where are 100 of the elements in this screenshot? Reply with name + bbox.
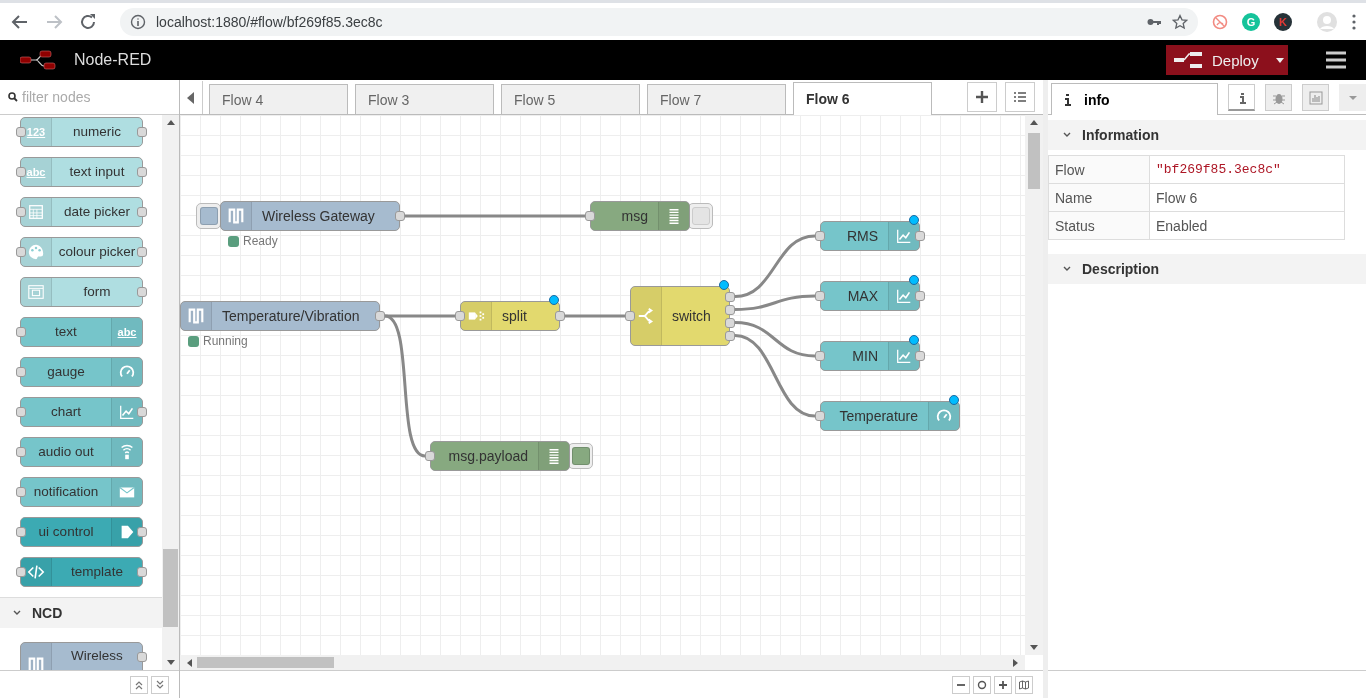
section-header[interactable]: Description	[1048, 254, 1366, 284]
scroll-up-icon[interactable]	[166, 119, 175, 125]
wire[interactable]	[734, 294, 816, 311]
toggle-button[interactable]	[196, 203, 221, 229]
node-port[interactable]	[137, 167, 147, 177]
node-port[interactable]	[16, 567, 26, 577]
node-port[interactable]	[915, 351, 925, 361]
scroll-left-icon[interactable]	[186, 658, 192, 667]
node-port[interactable]	[137, 247, 147, 257]
sidebar-tool-button[interactable]	[1265, 84, 1292, 111]
flow-node[interactable]: MIN	[820, 341, 920, 371]
node-port[interactable]	[16, 487, 26, 497]
node-port[interactable]	[137, 527, 147, 537]
sidebar-tool-button[interactable]	[1228, 84, 1255, 111]
node-port[interactable]	[16, 127, 26, 137]
zoom-out-button[interactable]	[952, 675, 970, 694]
filter-field[interactable]: filter nodes	[22, 89, 162, 105]
node-port[interactable]	[16, 207, 26, 217]
flow-node[interactable]: split	[460, 301, 560, 331]
node-port[interactable]	[137, 287, 147, 297]
node-port[interactable]	[16, 447, 26, 457]
flow-node[interactable]: RMS	[820, 221, 920, 251]
node-port[interactable]	[915, 231, 925, 241]
section-header[interactable]: Information	[1048, 120, 1366, 150]
scroll-right-icon[interactable]	[1013, 658, 1019, 667]
address-bar[interactable]: localhost:1880/#flow/bf269f85.3ec8c	[120, 7, 1198, 36]
node-port[interactable]	[555, 311, 565, 321]
node-port[interactable]	[137, 207, 147, 217]
wire[interactable]	[565, 314, 625, 318]
add-tab-button[interactable]	[967, 82, 997, 112]
node-port[interactable]	[395, 211, 405, 221]
expand-all-button[interactable]	[151, 675, 169, 694]
scroll-up-icon[interactable]	[1030, 119, 1038, 125]
wire[interactable]	[734, 321, 816, 358]
flow-node[interactable]: switch	[630, 286, 730, 346]
node-port[interactable]	[137, 567, 147, 577]
sidebar-menu-button[interactable]	[1339, 84, 1366, 111]
flow-node[interactable]: msg	[590, 201, 690, 231]
scroll-down-icon[interactable]	[166, 660, 175, 666]
node-port[interactable]	[16, 527, 26, 537]
collapse-all-button[interactable]	[130, 675, 148, 694]
node-port[interactable]	[625, 311, 635, 321]
node-port[interactable]	[915, 291, 925, 301]
node-port[interactable]	[16, 247, 26, 257]
flow-tab[interactable]: Flow 7	[647, 84, 786, 114]
scroll-down-icon[interactable]	[1030, 645, 1038, 651]
node-port[interactable]	[725, 291, 735, 302]
reload-icon[interactable]	[78, 11, 98, 32]
star-icon[interactable]	[1172, 13, 1188, 30]
node-port[interactable]	[137, 127, 147, 137]
profile-icon[interactable]	[1316, 10, 1338, 33]
deploy-button[interactable]: Deploy	[1166, 45, 1288, 75]
node-port[interactable]	[455, 311, 465, 321]
flow-tab[interactable]: Flow 5	[501, 84, 640, 114]
node-port[interactable]	[725, 317, 735, 328]
node-port[interactable]	[815, 351, 825, 361]
flow-tab[interactable]: Flow 4	[209, 84, 348, 114]
flow-node[interactable]: msg.payload	[430, 441, 570, 471]
menu-icon[interactable]	[1326, 51, 1346, 69]
toggle-button[interactable]	[568, 443, 593, 469]
node-port[interactable]	[725, 304, 735, 315]
flow-tab[interactable]: Flow 3	[355, 84, 494, 114]
toggle-button[interactable]	[688, 203, 713, 229]
sidebar-tab[interactable]: info	[1051, 83, 1218, 115]
zoom-in-button[interactable]	[994, 675, 1012, 694]
node-port[interactable]	[16, 367, 26, 377]
node-port[interactable]	[815, 231, 825, 241]
scrollbar[interactable]	[162, 115, 179, 670]
node-port[interactable]	[585, 211, 595, 221]
wire[interactable]	[734, 234, 816, 298]
info-icon[interactable]	[130, 13, 146, 30]
node-port[interactable]	[725, 330, 735, 341]
flow-node[interactable]: Wireless Gateway	[220, 201, 400, 231]
node-port[interactable]	[815, 411, 825, 421]
flow-node[interactable]: Temperature/Vibration	[180, 301, 380, 331]
flow-node[interactable]: Temperature	[820, 401, 960, 431]
more-icon[interactable]	[1352, 13, 1356, 30]
node-port[interactable]	[137, 652, 147, 662]
node-port[interactable]	[815, 291, 825, 301]
navigator-button[interactable]	[1015, 675, 1033, 694]
extension-icon[interactable]	[1212, 13, 1228, 30]
node-port[interactable]	[16, 407, 26, 417]
wire[interactable]	[405, 214, 585, 218]
category-header[interactable]: NCD	[0, 597, 163, 628]
node-port[interactable]	[137, 407, 147, 417]
scroll-thumb[interactable]	[1028, 133, 1040, 189]
node-port[interactable]	[16, 167, 26, 177]
wire[interactable]	[734, 334, 816, 418]
flow-canvas[interactable]: Wireless Gateway Ready msg Temperature/Vibration Running split switch RMS MAX MIN Temperature msg.payload	[180, 115, 1025, 655]
node-port[interactable]	[16, 327, 26, 337]
scrollbar[interactable]	[1025, 115, 1043, 655]
tab-list-button[interactable]	[1005, 82, 1035, 112]
zoom-reset-button[interactable]	[973, 675, 991, 694]
scroll-thumb[interactable]	[197, 657, 334, 668]
scroll-thumb[interactable]	[163, 548, 179, 627]
wire[interactable]	[384, 314, 426, 458]
node-port[interactable]	[375, 311, 385, 321]
node-port[interactable]	[425, 451, 435, 461]
flow-tab[interactable]: Flow 6	[793, 82, 932, 115]
flow-node[interactable]: MAX	[820, 281, 920, 311]
